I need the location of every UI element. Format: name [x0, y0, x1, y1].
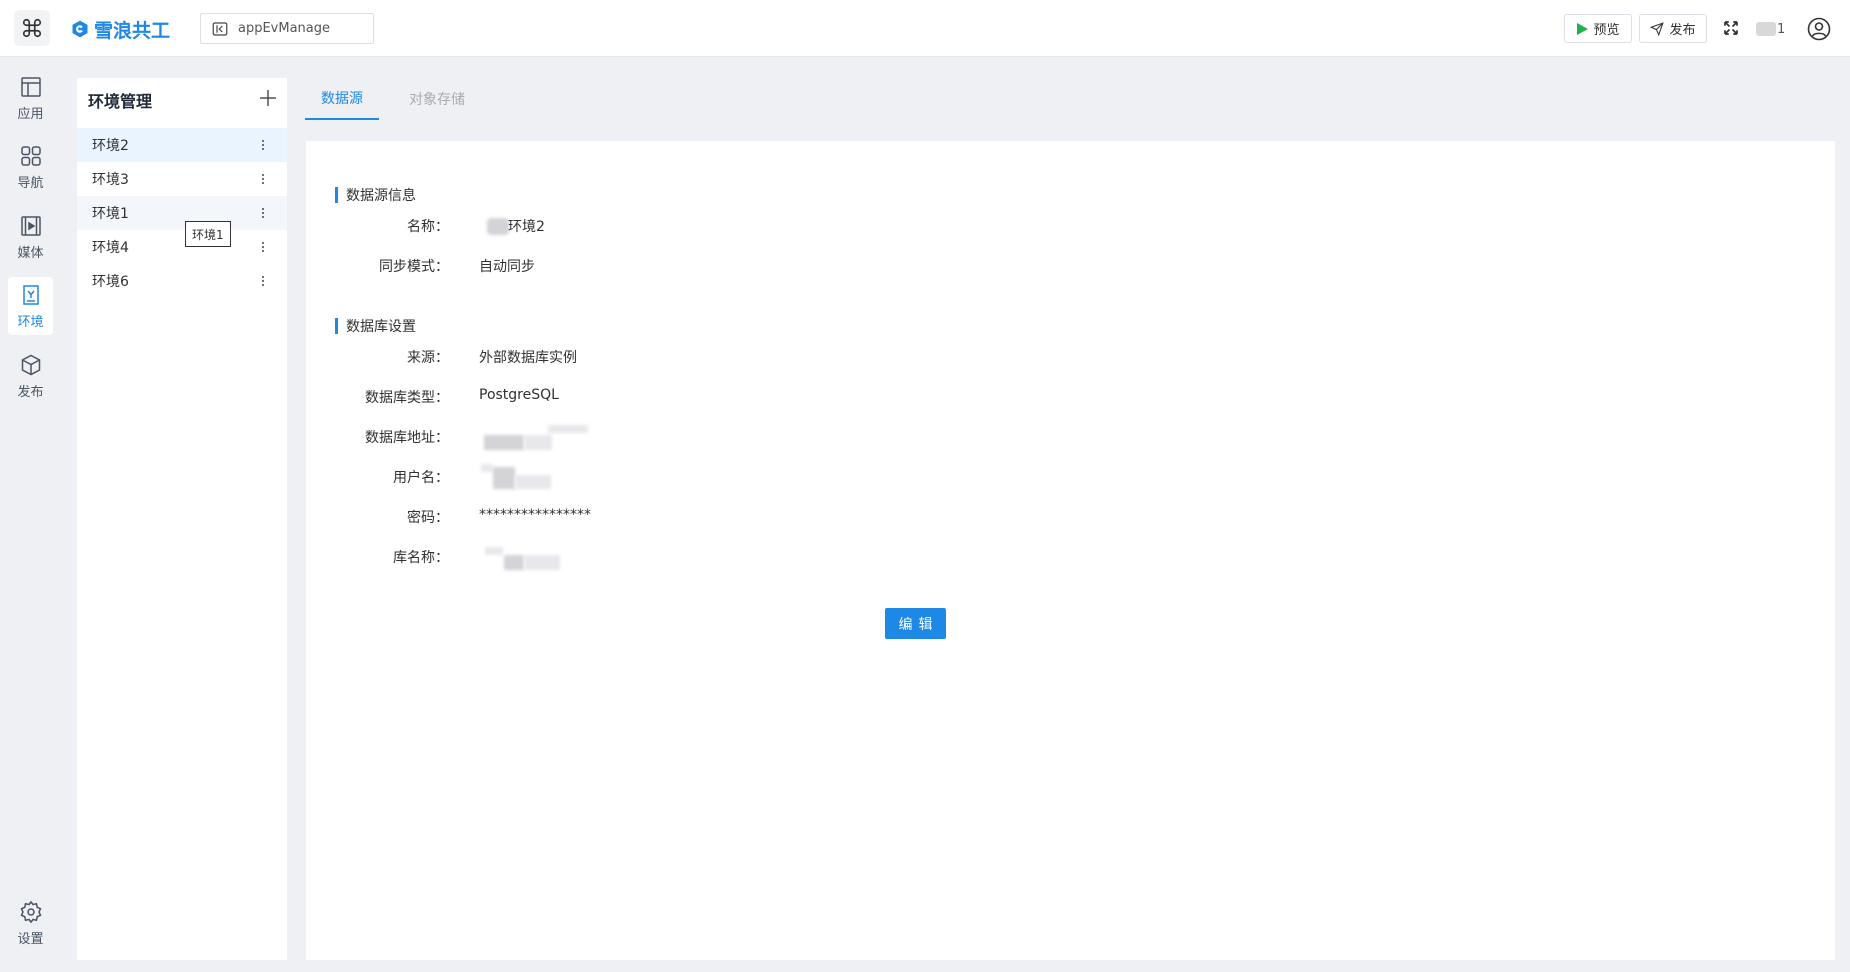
publish-button[interactable]: 发布 — [1639, 14, 1707, 43]
row-db-type: 数据库类型： PostgreSQL — [306, 385, 1106, 407]
brand-name: 雪浪共工 — [94, 19, 171, 42]
environment-list-item[interactable]: 环境2 — [77, 128, 287, 162]
top-bar: 雪浪共工 appEvManage 预览 发布 1 — [0, 0, 1850, 57]
rail-item-navigation[interactable]: 导航 — [8, 138, 53, 196]
redacted-value — [487, 218, 509, 235]
panel-title: 环境管理 — [88, 92, 153, 111]
rail-item-publish[interactable]: 发布 — [8, 347, 53, 405]
rail-item-apps[interactable]: 应用 — [8, 69, 53, 127]
rail-label: 媒体 — [17, 245, 44, 261]
environment-label: 环境2 — [92, 138, 129, 154]
package-icon — [21, 354, 40, 375]
row-db-name: 库名称： — [306, 545, 1106, 570]
field-label: 来源： — [407, 350, 449, 366]
environment-list-item[interactable]: 环境3 — [77, 162, 287, 196]
collapse-back-icon — [212, 21, 228, 36]
tab-datasource[interactable]: 数据源 — [305, 78, 379, 120]
environment-label: 环境3 — [92, 172, 129, 188]
row-source: 来源： 外部数据库实例 — [306, 345, 1106, 367]
more-vertical-icon[interactable] — [257, 272, 269, 290]
environment-icon — [22, 284, 39, 305]
db-type-value: PostgreSQL — [479, 387, 559, 403]
more-vertical-icon[interactable] — [257, 136, 269, 154]
more-vertical-icon[interactable] — [257, 238, 269, 256]
redacted-value — [485, 547, 503, 555]
rail-item-media[interactable]: 媒体 — [8, 208, 53, 266]
field-label: 密码： — [407, 510, 449, 526]
grid-icon — [20, 145, 41, 166]
fullscreen-icon[interactable] — [1722, 19, 1740, 37]
project-name: appEvManage — [238, 21, 331, 36]
play-icon — [1577, 22, 1589, 35]
user-avatar-icon[interactable] — [1807, 17, 1831, 41]
row-password: 密码： **************** — [306, 505, 1106, 527]
environment-list-item[interactable]: 环境4 — [77, 230, 287, 264]
more-vertical-icon[interactable] — [257, 204, 269, 222]
user-name[interactable]: 1 — [1756, 19, 1785, 39]
environment-list: 环境2 环境3 环境1 环境4 环境6 — [77, 128, 287, 298]
environment-label: 环境6 — [92, 274, 129, 290]
name-value: 环境2 — [508, 219, 545, 235]
rail-label: 导航 — [17, 175, 44, 191]
brand-logo-icon — [72, 20, 88, 38]
edit-button[interactable]: 编辑 — [885, 608, 946, 639]
project-selector[interactable]: appEvManage — [200, 13, 374, 44]
source-value: 外部数据库实例 — [479, 350, 577, 366]
field-label: 名称： — [407, 219, 449, 235]
gear-icon — [19, 900, 42, 923]
redacted-value — [504, 555, 524, 570]
field-label: 数据库地址： — [365, 430, 449, 446]
rail-item-settings[interactable]: 设置 — [8, 894, 53, 952]
sync-mode-value: 自动同步 — [479, 259, 535, 275]
preview-button[interactable]: 预览 — [1564, 14, 1632, 43]
media-icon — [20, 215, 41, 236]
add-environment-icon[interactable] — [259, 89, 277, 107]
field-label: 用户名： — [393, 470, 449, 486]
row-sync-mode: 同步模式： 自动同步 — [306, 254, 1106, 276]
tab-object-storage[interactable]: 对象存储 — [400, 78, 474, 120]
row-name: 名称： 环境2 — [306, 214, 1106, 236]
environment-label: 环境4 — [92, 240, 129, 256]
datasource-content: 数据源信息 名称： 环境2 同步模式： 自动同步 数据库设置 来源： 外部数据库… — [306, 141, 1835, 960]
user-name-suffix: 1 — [1777, 21, 1786, 37]
command-icon — [22, 18, 42, 38]
publish-label: 发布 — [1669, 23, 1696, 38]
preview-label: 预览 — [1593, 23, 1620, 38]
password-value: **************** — [479, 507, 591, 523]
row-username: 用户名： — [306, 464, 1106, 489]
section-title-datasource-info: 数据源信息 — [335, 187, 416, 204]
field-label: 库名称： — [393, 550, 449, 566]
redacted-value — [548, 425, 588, 433]
redacted-username — [1756, 22, 1776, 36]
redacted-value — [524, 555, 560, 570]
layout-icon — [20, 76, 41, 97]
field-label: 数据库类型： — [365, 390, 449, 406]
redacted-value — [515, 475, 551, 489]
rail-label: 发布 — [17, 384, 44, 400]
environment-tooltip: 环境1 — [185, 221, 231, 247]
redacted-value — [484, 435, 524, 450]
redacted-value — [524, 435, 552, 450]
more-vertical-icon[interactable] — [257, 170, 269, 188]
redacted-value — [493, 467, 515, 489]
environment-list-item[interactable]: 环境1 — [77, 196, 287, 230]
environment-list-item[interactable]: 环境6 — [77, 264, 287, 298]
send-icon — [1650, 21, 1665, 36]
left-nav-rail: 应用 导航 媒体 环境 发布 设置 — [0, 58, 60, 972]
row-db-address: 数据库地址： — [306, 425, 1106, 450]
redacted-value — [481, 464, 493, 472]
rail-label: 环境 — [17, 314, 44, 330]
rail-label: 设置 — [17, 931, 44, 947]
brand-logo[interactable]: 雪浪共工 — [70, 15, 170, 43]
field-label: 同步模式： — [379, 259, 449, 275]
section-title-database-settings: 数据库设置 — [335, 318, 416, 335]
rail-item-environment[interactable]: 环境 — [8, 277, 53, 335]
rail-label: 应用 — [17, 106, 44, 122]
app-switcher-button[interactable] — [14, 10, 50, 46]
environment-panel: 环境管理 环境2 环境3 环境1 环境4 环境6 — [77, 78, 287, 960]
environment-label: 环境1 — [92, 206, 129, 222]
